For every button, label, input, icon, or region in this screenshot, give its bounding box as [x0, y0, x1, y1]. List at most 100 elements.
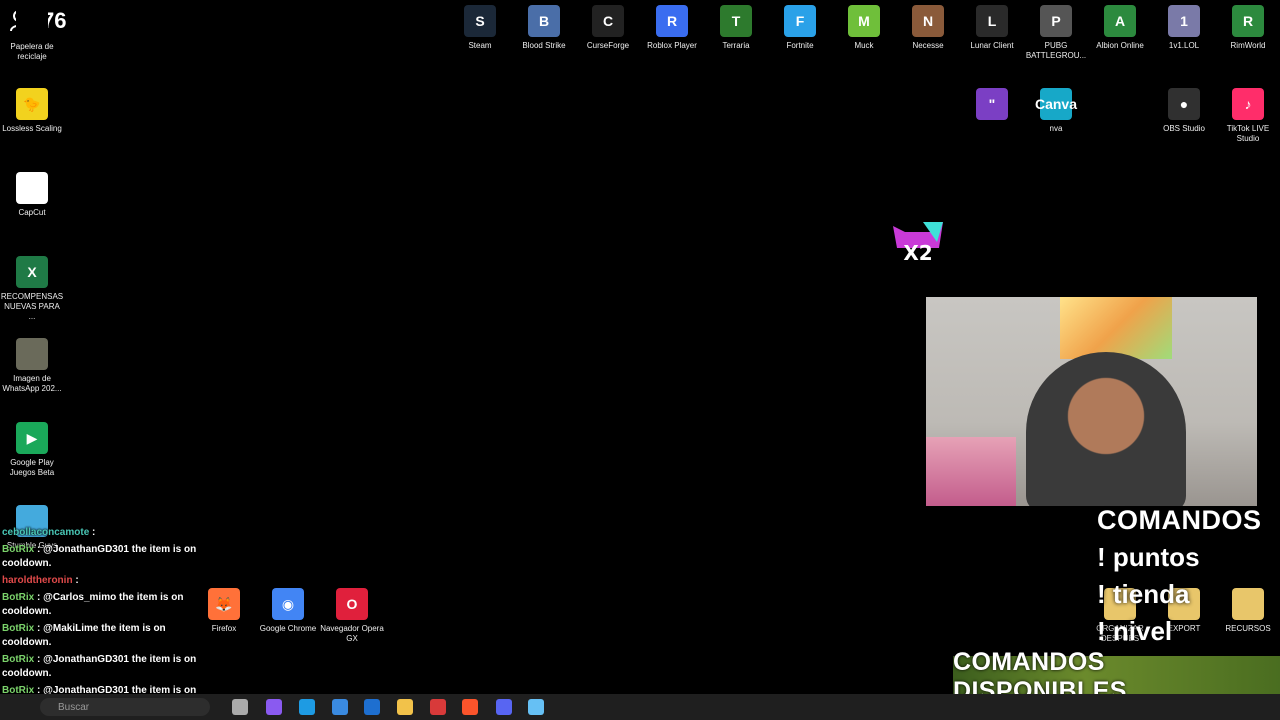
- copilot-icon[interactable]: [266, 699, 282, 715]
- taskbar-search[interactable]: Buscar: [40, 698, 210, 716]
- chat-message: BotRix : @JonathanGD301 the item is on c…: [2, 543, 202, 571]
- store-icon[interactable]: [332, 699, 348, 715]
- desktop-icon-top-5[interactable]: F Fortnite: [768, 5, 832, 51]
- x2-badge-icon: X2: [893, 222, 943, 264]
- search-placeholder: Buscar: [58, 701, 90, 713]
- desktop-icon-left-3-icon: X: [16, 256, 48, 288]
- desktop-icon-top-9[interactable]: P PUBG BATTLEGROU...: [1024, 5, 1088, 61]
- svg-text:X2: X2: [903, 241, 932, 264]
- performance-icon[interactable]: [430, 699, 446, 715]
- desktop-icon-bottom-2-label: Navegador Opera GX: [320, 624, 384, 643]
- desktop-icon-top-6[interactable]: M Muck: [832, 5, 896, 51]
- desktop-icon-left-0[interactable]: Papelera de reciclaje: [0, 6, 64, 62]
- commands-banner: COMANDOS DISPONIBLES: [953, 648, 1280, 705]
- chat-username: haroldtheronin: [2, 575, 76, 586]
- brave-icon[interactable]: [462, 699, 478, 715]
- command-nivel: ! nivel: [1097, 616, 1173, 646]
- command-puntos: ! puntos: [1097, 542, 1200, 572]
- discord-icon[interactable]: [496, 699, 512, 715]
- desktop-icon-second-1[interactable]: Canva nva: [1024, 88, 1088, 134]
- chat-text: :: [75, 575, 79, 586]
- desktop-icon-second-1-label: nva: [1049, 124, 1063, 133]
- desktop-icon-top-4[interactable]: T Terraria: [704, 5, 768, 51]
- steam-icon[interactable]: [528, 699, 544, 715]
- desktop-icon-second-3-label: TikTok LIVE Studio: [1226, 124, 1270, 143]
- desktop-icon-left-0-icon: [16, 6, 48, 38]
- desktop-icon-top-1[interactable]: B Blood Strike: [512, 5, 576, 51]
- desktop-icon-second-3[interactable]: ♪ TikTok LIVE Studio: [1216, 88, 1280, 144]
- desktop-icon-second-2-label: OBS Studio: [1163, 124, 1205, 133]
- webcam-feed: [926, 297, 1257, 506]
- desktop-icon-left-2-icon: ✂: [16, 172, 48, 204]
- commands-heading: COMANDOS: [1097, 505, 1262, 535]
- desktop-icon-left-2-label: CapCut: [18, 208, 46, 217]
- desktop-icon-top-12-icon: R: [1232, 5, 1264, 37]
- desktop-icon-top-6-icon: M: [848, 5, 880, 37]
- desktop-icon-second-3-icon: ♪: [1232, 88, 1264, 120]
- desktop-icon-left-3-label: RECOMPENSAS NUEVAS PARA ...: [0, 292, 64, 321]
- desktop-icon-top-10[interactable]: A Albion Online: [1088, 5, 1152, 51]
- desktop-icon-top-8-icon: L: [976, 5, 1008, 37]
- desktop-icon-top-2-icon: C: [592, 5, 624, 37]
- desktop-icon-bottom-1[interactable]: ◉ Google Chrome: [256, 588, 320, 634]
- desktop-icon-bottom-2[interactable]: O Navegador Opera GX: [320, 588, 384, 644]
- desktop-icon-top-0-label: Steam: [468, 41, 492, 50]
- desktop-icon-top-9-icon: P: [1040, 5, 1072, 37]
- chat-message: BotRix : @JonathanGD301 the item is on c…: [2, 653, 202, 681]
- chat-message: haroldtheronin :: [2, 574, 202, 588]
- desktop-icon-top-3-icon: R: [656, 5, 688, 37]
- desktop-icon-second-0-icon: ": [976, 88, 1008, 120]
- desktop-icon-left-5[interactable]: ▶ Google Play Juegos Beta: [0, 422, 64, 478]
- desktop-icon-top-10-icon: A: [1104, 5, 1136, 37]
- task-view-icon[interactable]: [232, 699, 248, 715]
- desktop-icon-top-9-label: PUBG BATTLEGROU...: [1025, 41, 1087, 60]
- desktop-icon-second-0[interactable]: ": [960, 88, 1024, 124]
- desktop-icon-top-10-label: Albion Online: [1096, 41, 1144, 50]
- chat-username: cebollaconcamote: [2, 527, 93, 538]
- outlook-icon[interactable]: [364, 699, 380, 715]
- desktop-icon-top-2[interactable]: C CurseForge: [576, 5, 640, 51]
- desktop-icon-top-12[interactable]: R RimWorld: [1216, 5, 1280, 51]
- desktop-icon-top-2-label: CurseForge: [586, 41, 630, 50]
- desktop-icon-top-11[interactable]: 1 1v1.LOL: [1152, 5, 1216, 51]
- desktop-icon-top-7[interactable]: N Necesse: [896, 5, 960, 51]
- desktop-icon-top-8-label: Lunar Client: [970, 41, 1014, 50]
- desktop-icon-left-1-icon: 🐤: [16, 88, 48, 120]
- desktop-icon-top-7-icon: N: [912, 5, 944, 37]
- chat-username: BotRix: [2, 654, 37, 665]
- chat-message: BotRix : @Carlos_mimo the item is on coo…: [2, 591, 202, 619]
- desktop-icon-left-2[interactable]: ✂ CapCut: [0, 172, 64, 218]
- desktop-icon-left-4[interactable]: Imagen de WhatsApp 202...: [0, 338, 64, 394]
- desktop-icon-bottom-1-label: Google Chrome: [259, 624, 317, 633]
- desktop-icon-top-7-label: Necesse: [912, 41, 944, 50]
- chat-message: cebollaconcamote :: [2, 526, 202, 540]
- chat-text: :: [92, 527, 96, 538]
- desktop-icon-top-8[interactable]: L Lunar Client: [960, 5, 1024, 51]
- desktop-icon-top-3-label: Roblox Player: [647, 41, 697, 50]
- desktop-icon-left-4-label: Imagen de WhatsApp 202...: [2, 374, 62, 393]
- desktop-icon-left-5-label: Google Play Juegos Beta: [9, 458, 55, 477]
- chat-username: BotRix: [2, 544, 37, 555]
- chat-username: BotRix: [2, 623, 37, 634]
- desktop-icon-top-5-icon: F: [784, 5, 816, 37]
- desktop-icon-left-1-label: Lossless Scaling: [2, 124, 62, 133]
- desktop-icon-top-5-label: Fortnite: [786, 41, 814, 50]
- chat-overlay: cebollaconcamote : BotRix : @JonathanGD30…: [2, 526, 202, 715]
- desktop-icon-second-1-icon: Canva: [1035, 88, 1077, 120]
- file-explorer-icon[interactable]: [397, 699, 413, 715]
- desktop-icon-second-2[interactable]: ● OBS Studio: [1152, 88, 1216, 134]
- desktop-icon-top-3[interactable]: R Roblox Player: [640, 5, 704, 51]
- desktop-icon-top-0[interactable]: S Steam: [448, 5, 512, 51]
- command-tienda: ! tienda: [1097, 579, 1190, 609]
- desktop-icon-left-3[interactable]: X RECOMPENSAS NUEVAS PARA ...: [0, 256, 64, 322]
- desktop-icon-left-4-icon: [16, 338, 48, 370]
- desktop-icon-top-4-icon: T: [720, 5, 752, 37]
- desktop-icon-top-1-icon: B: [528, 5, 560, 37]
- webcam-blanket: [926, 437, 1016, 506]
- desktop-icon-top-1-label: Blood Strike: [522, 41, 566, 50]
- desktop-icon-left-1[interactable]: 🐤 Lossless Scaling: [0, 88, 64, 134]
- desktop-icon-bottom-2-icon: O: [336, 588, 368, 620]
- desktop-icon-bottom-0-icon: 🦊: [208, 588, 240, 620]
- chat-message: BotRix : @MakiLime the item is on cooldo…: [2, 622, 202, 650]
- edge-icon[interactable]: [299, 699, 315, 715]
